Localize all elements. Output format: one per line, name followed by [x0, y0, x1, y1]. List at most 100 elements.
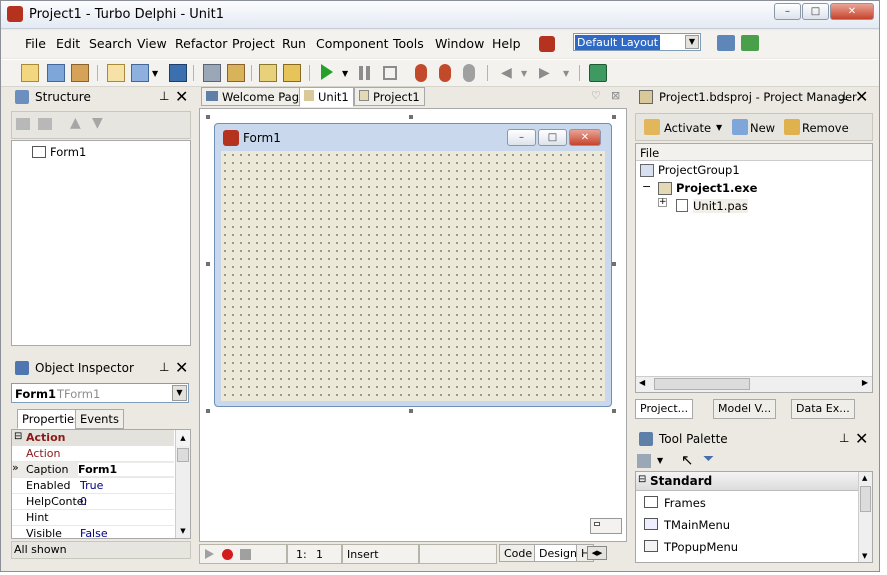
form-maximize-button[interactable]: □ [538, 129, 567, 146]
program-reset-icon[interactable] [383, 66, 397, 80]
menu-view[interactable]: View [137, 36, 167, 51]
categories-icon[interactable] [637, 454, 651, 468]
close-icon[interactable]: ✕ [175, 358, 188, 377]
resize-handle[interactable] [611, 114, 617, 120]
save-all-icon[interactable] [203, 64, 221, 82]
tab-code[interactable]: Code [499, 544, 538, 562]
tab-welcome-page[interactable]: Welcome Page [201, 87, 312, 106]
chevron-down-icon[interactable]: ▼ [563, 69, 569, 78]
new-form-icon[interactable] [107, 64, 125, 82]
collapse-icon[interactable]: ⊟ [638, 474, 646, 485]
structure-tree-item[interactable]: Form1 [50, 145, 86, 159]
property-row[interactable]: Hint [12, 510, 174, 526]
menu-component[interactable]: Component [316, 36, 389, 51]
close-icon[interactable]: ✕ [855, 429, 868, 448]
component-tray-icon[interactable] [590, 518, 622, 534]
activate-button[interactable]: Activate [664, 121, 711, 135]
step-over-icon[interactable] [439, 64, 451, 82]
palette-scrollbar[interactable]: ▲ ▼ [858, 472, 872, 562]
tab-project1[interactable]: Project1 [354, 87, 425, 106]
open-file-icon[interactable] [131, 64, 149, 82]
collapse-icon[interactable]: − [642, 180, 651, 193]
structure-tree[interactable]: Form1 [11, 140, 191, 346]
form-designer[interactable]: Form1 – □ ✕ [199, 108, 627, 542]
resize-handle[interactable] [205, 408, 211, 414]
menu-help[interactable]: Help [492, 36, 521, 51]
arrow-up-icon[interactable]: ▲ [70, 115, 81, 131]
play-macro-icon[interactable] [205, 549, 214, 559]
tab-list-icon[interactable]: ♡ [591, 89, 601, 102]
save-desktop-icon[interactable] [717, 35, 735, 51]
run-to-cursor-icon[interactable] [463, 64, 475, 82]
menu-file[interactable]: File [25, 36, 46, 51]
form-client-area[interactable] [221, 151, 605, 401]
tab-scroll-icon[interactable]: ◀▶ [587, 546, 607, 560]
desktop-layout-select[interactable]: Default Layout ▼ [573, 33, 701, 51]
scroll-thumb[interactable] [177, 448, 189, 462]
help-book-icon[interactable] [589, 64, 607, 82]
run-icon[interactable] [321, 64, 333, 80]
palette-item[interactable]: TMainMenu [636, 514, 858, 536]
property-value[interactable]: False [80, 527, 108, 538]
resize-handle[interactable] [205, 261, 211, 267]
chevron-down-icon[interactable]: ▼ [342, 69, 348, 78]
chevron-down-icon[interactable]: ▼ [716, 123, 722, 132]
save-icon[interactable] [169, 64, 187, 82]
project-tree-hscrollbar[interactable]: ◀ ▶ [636, 376, 872, 392]
property-row[interactable]: Visible False [12, 526, 174, 538]
tree-item-projectgroup[interactable]: ProjectGroup1 [658, 163, 740, 177]
property-row[interactable]: HelpConte: 0 [12, 494, 174, 510]
tab-data-explorer[interactable]: Data Ex... [791, 399, 855, 419]
pointer-icon[interactable]: ↖ [681, 451, 694, 469]
scroll-up-icon[interactable]: ▲ [862, 474, 867, 482]
maximize-button[interactable]: □ [802, 3, 829, 20]
scroll-down-icon[interactable]: ▼ [862, 552, 867, 560]
arrow-down-icon[interactable]: ▼ [92, 115, 103, 131]
collapse-icon[interactable]: ⊟ [14, 431, 22, 442]
chevron-down-icon[interactable]: ▼ [521, 69, 527, 78]
property-row[interactable]: Enabled True [12, 478, 174, 494]
forward-arrow-icon[interactable]: ▶ [539, 65, 550, 81]
tab-model-view[interactable]: Model V... [713, 399, 777, 419]
scroll-down-icon[interactable]: ▼ [176, 524, 190, 538]
open-folder-icon[interactable] [227, 64, 245, 82]
chevron-down-icon[interactable]: ▼ [172, 385, 187, 401]
new-button[interactable]: New [750, 121, 775, 135]
file-column-header[interactable]: File [636, 144, 872, 161]
tab-events[interactable]: Events [75, 409, 124, 429]
filter-icon[interactable]: ⏷ [703, 451, 714, 467]
back-arrow-icon[interactable]: ◀ [501, 65, 512, 81]
expand-all-icon[interactable] [16, 118, 30, 130]
property-category-row[interactable]: ⊟ Action [12, 430, 174, 446]
resize-handle[interactable] [205, 114, 211, 120]
record-macro-icon[interactable] [222, 549, 233, 560]
remove-from-project-icon[interactable] [283, 64, 301, 82]
property-value[interactable]: Form1 [78, 463, 174, 476]
menu-run[interactable]: Run [282, 36, 306, 51]
property-row[interactable]: » Caption Form1 [12, 461, 174, 478]
minimize-button[interactable]: – [774, 3, 801, 20]
tree-item-project-exe[interactable]: Project1.exe [676, 181, 757, 195]
title-bar[interactable]: Project1 - Turbo Delphi - Unit1 – □ ✕ [1, 1, 879, 29]
property-grid-scrollbar[interactable]: ▲ ▼ [175, 430, 190, 538]
collapse-all-icon[interactable] [38, 118, 52, 130]
close-tab-icon[interactable]: ⊠ [611, 89, 620, 102]
menu-project[interactable]: Project [232, 36, 275, 51]
resize-handle[interactable] [408, 408, 414, 414]
tool-palette-list[interactable]: ⊟ Standard Frames TMainMenu TPopupMenu ▲… [635, 471, 873, 563]
palette-item[interactable]: TPopupMenu [636, 536, 858, 558]
palette-item[interactable]: Frames [636, 492, 858, 514]
trace-into-icon[interactable] [415, 64, 427, 82]
palette-category-standard[interactable]: ⊟ Standard [636, 472, 858, 491]
open-project-icon[interactable] [71, 64, 89, 82]
property-value[interactable]: True [80, 479, 103, 492]
property-grid[interactable]: ⊟ Action Action » Caption Form1 Enabled … [11, 429, 191, 539]
close-icon[interactable]: ✕ [175, 87, 188, 106]
resize-handle[interactable] [611, 408, 617, 414]
form1-window[interactable]: Form1 – □ ✕ [214, 123, 612, 407]
menu-refactor[interactable]: Refactor [175, 36, 227, 51]
stop-macro-icon[interactable] [240, 549, 251, 560]
resize-handle[interactable] [408, 114, 414, 120]
close-icon[interactable]: ✕ [855, 87, 868, 106]
menu-tools[interactable]: Tools [393, 36, 424, 51]
